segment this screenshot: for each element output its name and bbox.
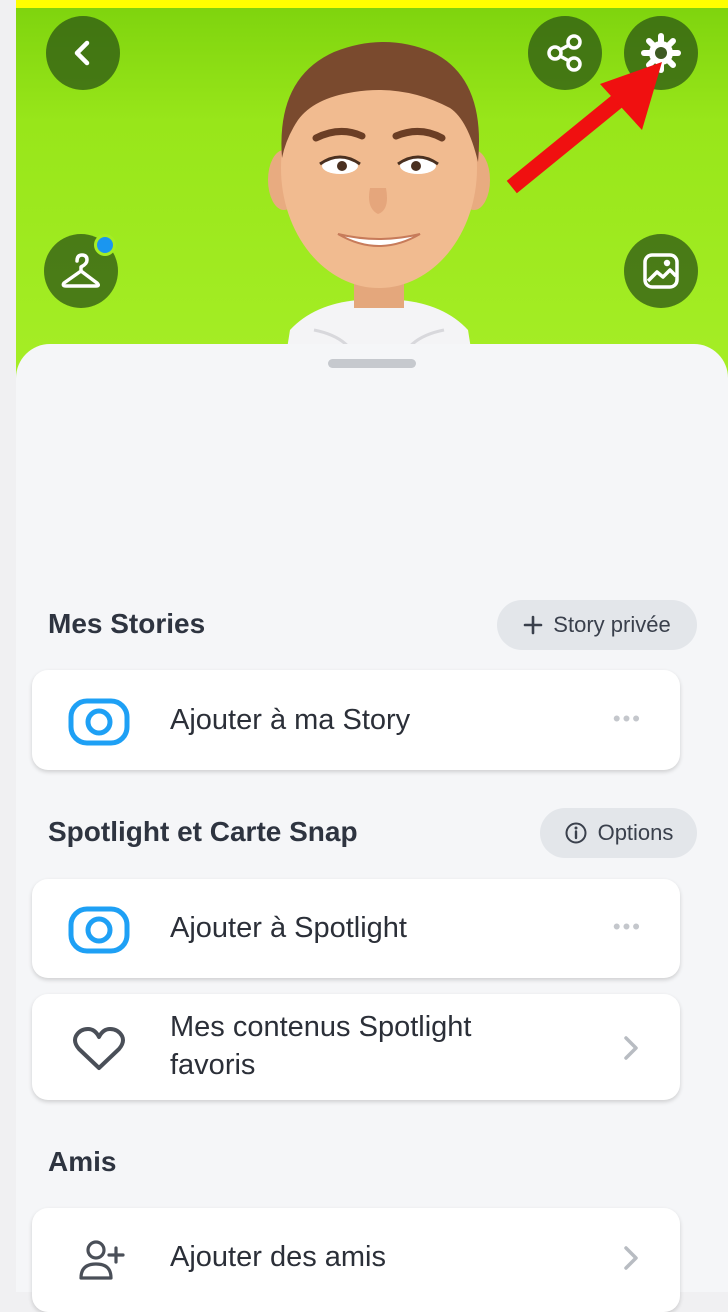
add-spotlight-label: Ajouter à Spotlight [170,912,407,944]
add-spotlight-card[interactable]: Ajouter à Spotlight ••• [32,879,680,978]
gallery-button[interactable] [624,234,698,308]
red-arrow-annotation [506,62,662,194]
favorites-label-line1: Mes contenus Spotlight [170,1011,472,1043]
add-story-label: Ajouter à ma Story [170,704,411,736]
avatar[interactable] [254,38,504,368]
chevron-right-icon [624,1246,638,1270]
yellow-frame [0,0,728,8]
more-options-icon[interactable]: ••• [613,914,642,940]
left-frame [0,0,16,1292]
chevron-left-icon [74,40,90,66]
notification-dot [94,234,116,256]
spotlight-section-title: Spotlight et Carte Snap [48,816,358,847]
profile-header [16,8,728,388]
plus-icon [523,615,543,635]
back-button[interactable] [46,16,120,90]
options-label: Options [597,820,674,845]
info-icon [565,822,587,844]
private-story-label: Story privée [553,612,671,637]
options-button[interactable]: Options [540,808,697,858]
camera-icon [68,698,130,746]
add-friend-icon [79,1240,125,1280]
image-icon [643,253,679,289]
stories-section-title: Mes Stories [48,608,206,639]
add-friends-label: Ajouter des amis [170,1241,386,1273]
hanger-icon [61,253,101,288]
add-story-card[interactable]: Ajouter à ma Story ••• [32,670,680,770]
favorites-label-line2: favoris [170,1049,256,1081]
friends-section-title: Amis [48,1146,117,1177]
add-friends-card[interactable]: Ajouter des amis [32,1208,680,1312]
spotlight-favorites-card[interactable]: Mes contenus Spotlight favoris [32,994,680,1100]
drag-handle[interactable] [328,359,416,368]
more-options-icon[interactable]: ••• [613,706,642,732]
camera-icon [68,906,130,954]
heart-icon [73,1027,125,1070]
chevron-right-icon [624,1036,638,1060]
private-story-button[interactable]: Story privée [497,600,697,650]
